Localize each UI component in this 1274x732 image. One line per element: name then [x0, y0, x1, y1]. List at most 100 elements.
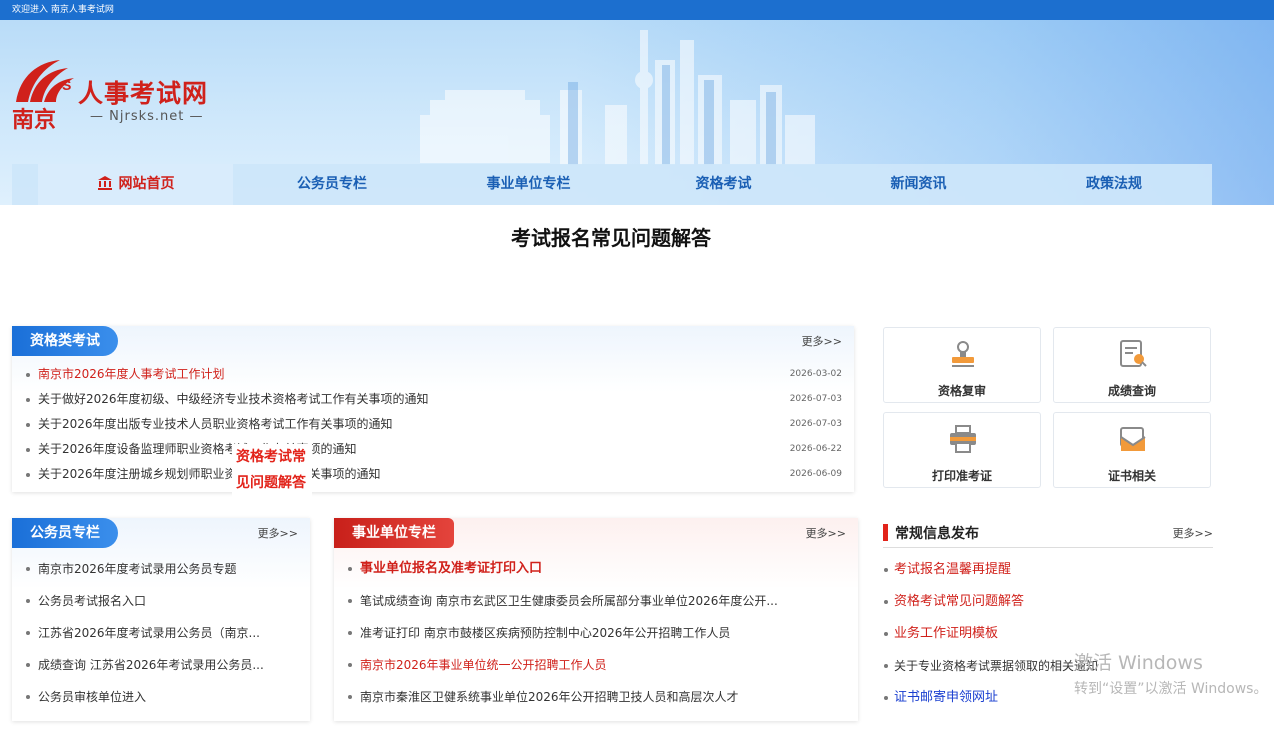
card-qualification-review[interactable]: 资格复审	[883, 327, 1041, 403]
nav-home-label: 网站首页	[118, 176, 175, 192]
list-item[interactable]: 考试报名温馨再提醒	[870, 554, 1215, 586]
civil-servant-panel-header: 公务员专栏 更多>>	[12, 518, 310, 550]
list-item[interactable]: 准考证打印 南京市鼓楼区疾病预防控制中心2026年公开招聘工作人员	[334, 617, 858, 649]
qualification-panel: 资格类考试 更多>> 南京市2026年度人事考试工作计划 2026-03-02 …	[12, 326, 854, 492]
list-item-title: 南京市2026年度考试录用公务员专题	[38, 562, 237, 576]
notices-accent-bar	[883, 524, 888, 541]
svg-text:S: S	[62, 77, 71, 93]
list-item[interactable]: 南京市2026年度人事考试工作计划 2026-03-02	[12, 362, 854, 387]
bullet-icon	[26, 397, 30, 402]
list-item[interactable]: 关于2026年度设备监理师职业资格考试工作有关事项的通知 2026-06-22	[12, 437, 854, 462]
list-item[interactable]: 公务员考试报名入口	[12, 585, 310, 617]
list-item[interactable]: 事业单位报名及准考证打印入口	[334, 553, 858, 585]
card-print-admission[interactable]: 打印准考证	[883, 412, 1041, 488]
list-item[interactable]: 南京市秦淮区卫健系统事业单位2026年公开招聘卫技人员和高层次人才	[334, 681, 858, 713]
nav-civil-servant[interactable]: 公务员专栏	[233, 164, 431, 205]
nav-home[interactable]: 网站首页	[38, 164, 233, 205]
list-item[interactable]: 南京市2026年度考试录用公务员专题	[12, 553, 310, 585]
qualification-more-link[interactable]: 更多>>	[802, 333, 842, 349]
bullet-icon	[348, 567, 352, 571]
card-label: 资格复审	[937, 384, 986, 398]
list-item-title: 南京市秦淮区卫健系统事业单位2026年公开招聘卫技人员和高层次人才	[360, 690, 739, 704]
nav-qualification[interactable]: 资格考试	[626, 164, 821, 205]
logo-domain: — Njrsks.net —	[90, 109, 204, 124]
bullet-icon	[26, 599, 30, 603]
nav-institution-label: 事业单位专栏	[486, 176, 571, 192]
list-item[interactable]: 江苏省2026年度考试录用公务员（南京...	[12, 617, 310, 649]
card-label: 成绩查询	[1107, 384, 1156, 398]
bullet-icon	[884, 696, 888, 700]
notices-title: 常规信息发布	[895, 526, 979, 542]
list-item-date: 2026-07-03	[789, 419, 842, 429]
nav-policy-label: 政策法规	[1086, 176, 1142, 192]
faq-overlay-label[interactable]: 资格考试常 见问题解答	[232, 444, 312, 498]
notices-more-link[interactable]: 更多>>	[1173, 525, 1213, 541]
list-item-title: 考试报名温馨再提醒	[894, 562, 1012, 577]
header-banner: S 南京 人事考试网 — Njrsks.net — 网站首页 公务员专栏 事业单…	[0, 20, 1274, 205]
card-score-query[interactable]: 成绩查询	[1053, 327, 1211, 403]
list-item-title: 笔试成绩查询 南京市玄武区卫生健康委员会所属部分事业单位2026年度公开...	[360, 594, 778, 608]
nav-institution[interactable]: 事业单位专栏	[431, 164, 626, 205]
list-item-title: 江苏省2026年度考试录用公务员（南京...	[38, 626, 260, 640]
card-label: 打印准考证	[931, 469, 992, 483]
list-item-title: 公务员考试报名入口	[38, 594, 147, 608]
top-welcome-bar: 欢迎进入 南京人事考试网	[0, 0, 1274, 20]
list-item[interactable]: 资格考试常见问题解答	[870, 586, 1215, 618]
civil-servant-panel: 公务员专栏 更多>> 南京市2026年度考试录用公务员专题 公务员考试报名入口 …	[12, 518, 310, 721]
bullet-icon	[26, 422, 30, 427]
qualification-panel-header: 资格类考试 更多>>	[12, 326, 854, 358]
main-nav: 网站首页 公务员专栏 事业单位专栏 资格考试 新闻资讯 政策法规	[12, 164, 1212, 205]
list-item[interactable]: 关于做好2026年度初级、中级经济专业技术资格考试工作有关事项的通知 2026-…	[12, 387, 854, 412]
page-title: 考试报名常见问题解答	[511, 226, 711, 250]
list-item[interactable]: 南京市2026年事业单位统一公开招聘工作人员	[334, 649, 858, 681]
institution-panel-header: 事业单位专栏 更多>>	[334, 518, 858, 550]
bullet-icon	[348, 663, 352, 667]
bullet-icon	[884, 664, 888, 668]
qualification-tab[interactable]: 资格类考试	[12, 326, 118, 356]
list-item-title: 成绩查询 江苏省2026年考试录用公务员...	[38, 658, 264, 672]
faq-overlay-line2: 见问题解答	[236, 475, 306, 491]
nav-news[interactable]: 新闻资讯	[821, 164, 1016, 205]
institution-more-link[interactable]: 更多>>	[806, 525, 846, 541]
list-item-date: 2026-06-22	[789, 444, 842, 454]
logo-city: 南京	[12, 108, 57, 133]
list-item-title: 关于2026年度注册城乡规划师职业资格考试工作有关事项的通知	[38, 467, 381, 481]
list-item[interactable]: 公务员审核单位进入	[12, 681, 310, 713]
card-label: 证书相关	[1107, 469, 1156, 483]
list-item-date: 2026-03-02	[789, 369, 842, 379]
qualification-list: 南京市2026年度人事考试工作计划 2026-03-02 关于做好2026年度初…	[12, 362, 854, 487]
list-item-title: 证书邮寄申领网址	[894, 690, 999, 705]
list-item[interactable]: 关于2026年度出版专业技术人员职业资格考试工作有关事项的通知 2026-07-…	[12, 412, 854, 437]
bullet-icon	[884, 568, 888, 572]
list-item[interactable]: 成绩查询 江苏省2026年考试录用公务员...	[12, 649, 310, 681]
list-item-title: 南京市2026年事业单位统一公开招聘工作人员	[360, 658, 607, 672]
list-item-date: 2026-06-09	[789, 469, 842, 479]
logo-title: 人事考试网	[78, 79, 209, 108]
list-item[interactable]: 笔试成绩查询 南京市玄武区卫生健康委员会所属部分事业单位2026年度公开...	[334, 585, 858, 617]
civil-servant-more-link[interactable]: 更多>>	[258, 525, 298, 541]
institution-tab[interactable]: 事业单位专栏	[334, 518, 454, 548]
bullet-icon	[26, 631, 30, 635]
civil-servant-list: 南京市2026年度考试录用公务员专题 公务员考试报名入口 江苏省2026年度考试…	[12, 553, 310, 713]
bullet-icon	[884, 632, 888, 636]
list-item-title: 公务员审核单位进入	[38, 690, 147, 704]
printer-icon	[950, 425, 976, 453]
site-logo[interactable]: S 南京 人事考试网 — Njrsks.net —	[10, 56, 230, 133]
list-item-title: 准考证打印 南京市鼓楼区疾病预防控制中心2026年公开招聘工作人员	[360, 626, 731, 640]
list-item-title: 资格考试常见问题解答	[894, 594, 1025, 609]
bullet-icon	[26, 372, 30, 377]
civil-servant-tab[interactable]: 公务员专栏	[12, 518, 118, 548]
bullet-icon	[26, 663, 30, 667]
card-certificate[interactable]: 证书相关	[1053, 412, 1211, 488]
windows-activation-watermark: 激活 Windows 转到“设置”以激活 Windows。	[1074, 648, 1267, 698]
bullet-icon	[26, 447, 30, 452]
list-item-title: 南京市2026年度人事考试工作计划	[38, 367, 225, 381]
nav-policy[interactable]: 政策法规	[1016, 164, 1212, 205]
nav-qualification-label: 资格考试	[695, 176, 752, 192]
list-item-title: 关于2026年度出版专业技术人员职业资格考试工作有关事项的通知	[38, 417, 393, 431]
list-item-title: 关于做好2026年度初级、中级经济专业技术资格考试工作有关事项的通知	[38, 392, 429, 406]
list-item[interactable]: 关于2026年度注册城乡规划师职业资格考试工作有关事项的通知 2026-06-0…	[12, 462, 854, 487]
search-document-icon	[1120, 340, 1147, 367]
list-item[interactable]: 业务工作证明模板	[870, 618, 1215, 650]
list-item-title: 事业单位报名及准考证打印入口	[360, 561, 543, 576]
